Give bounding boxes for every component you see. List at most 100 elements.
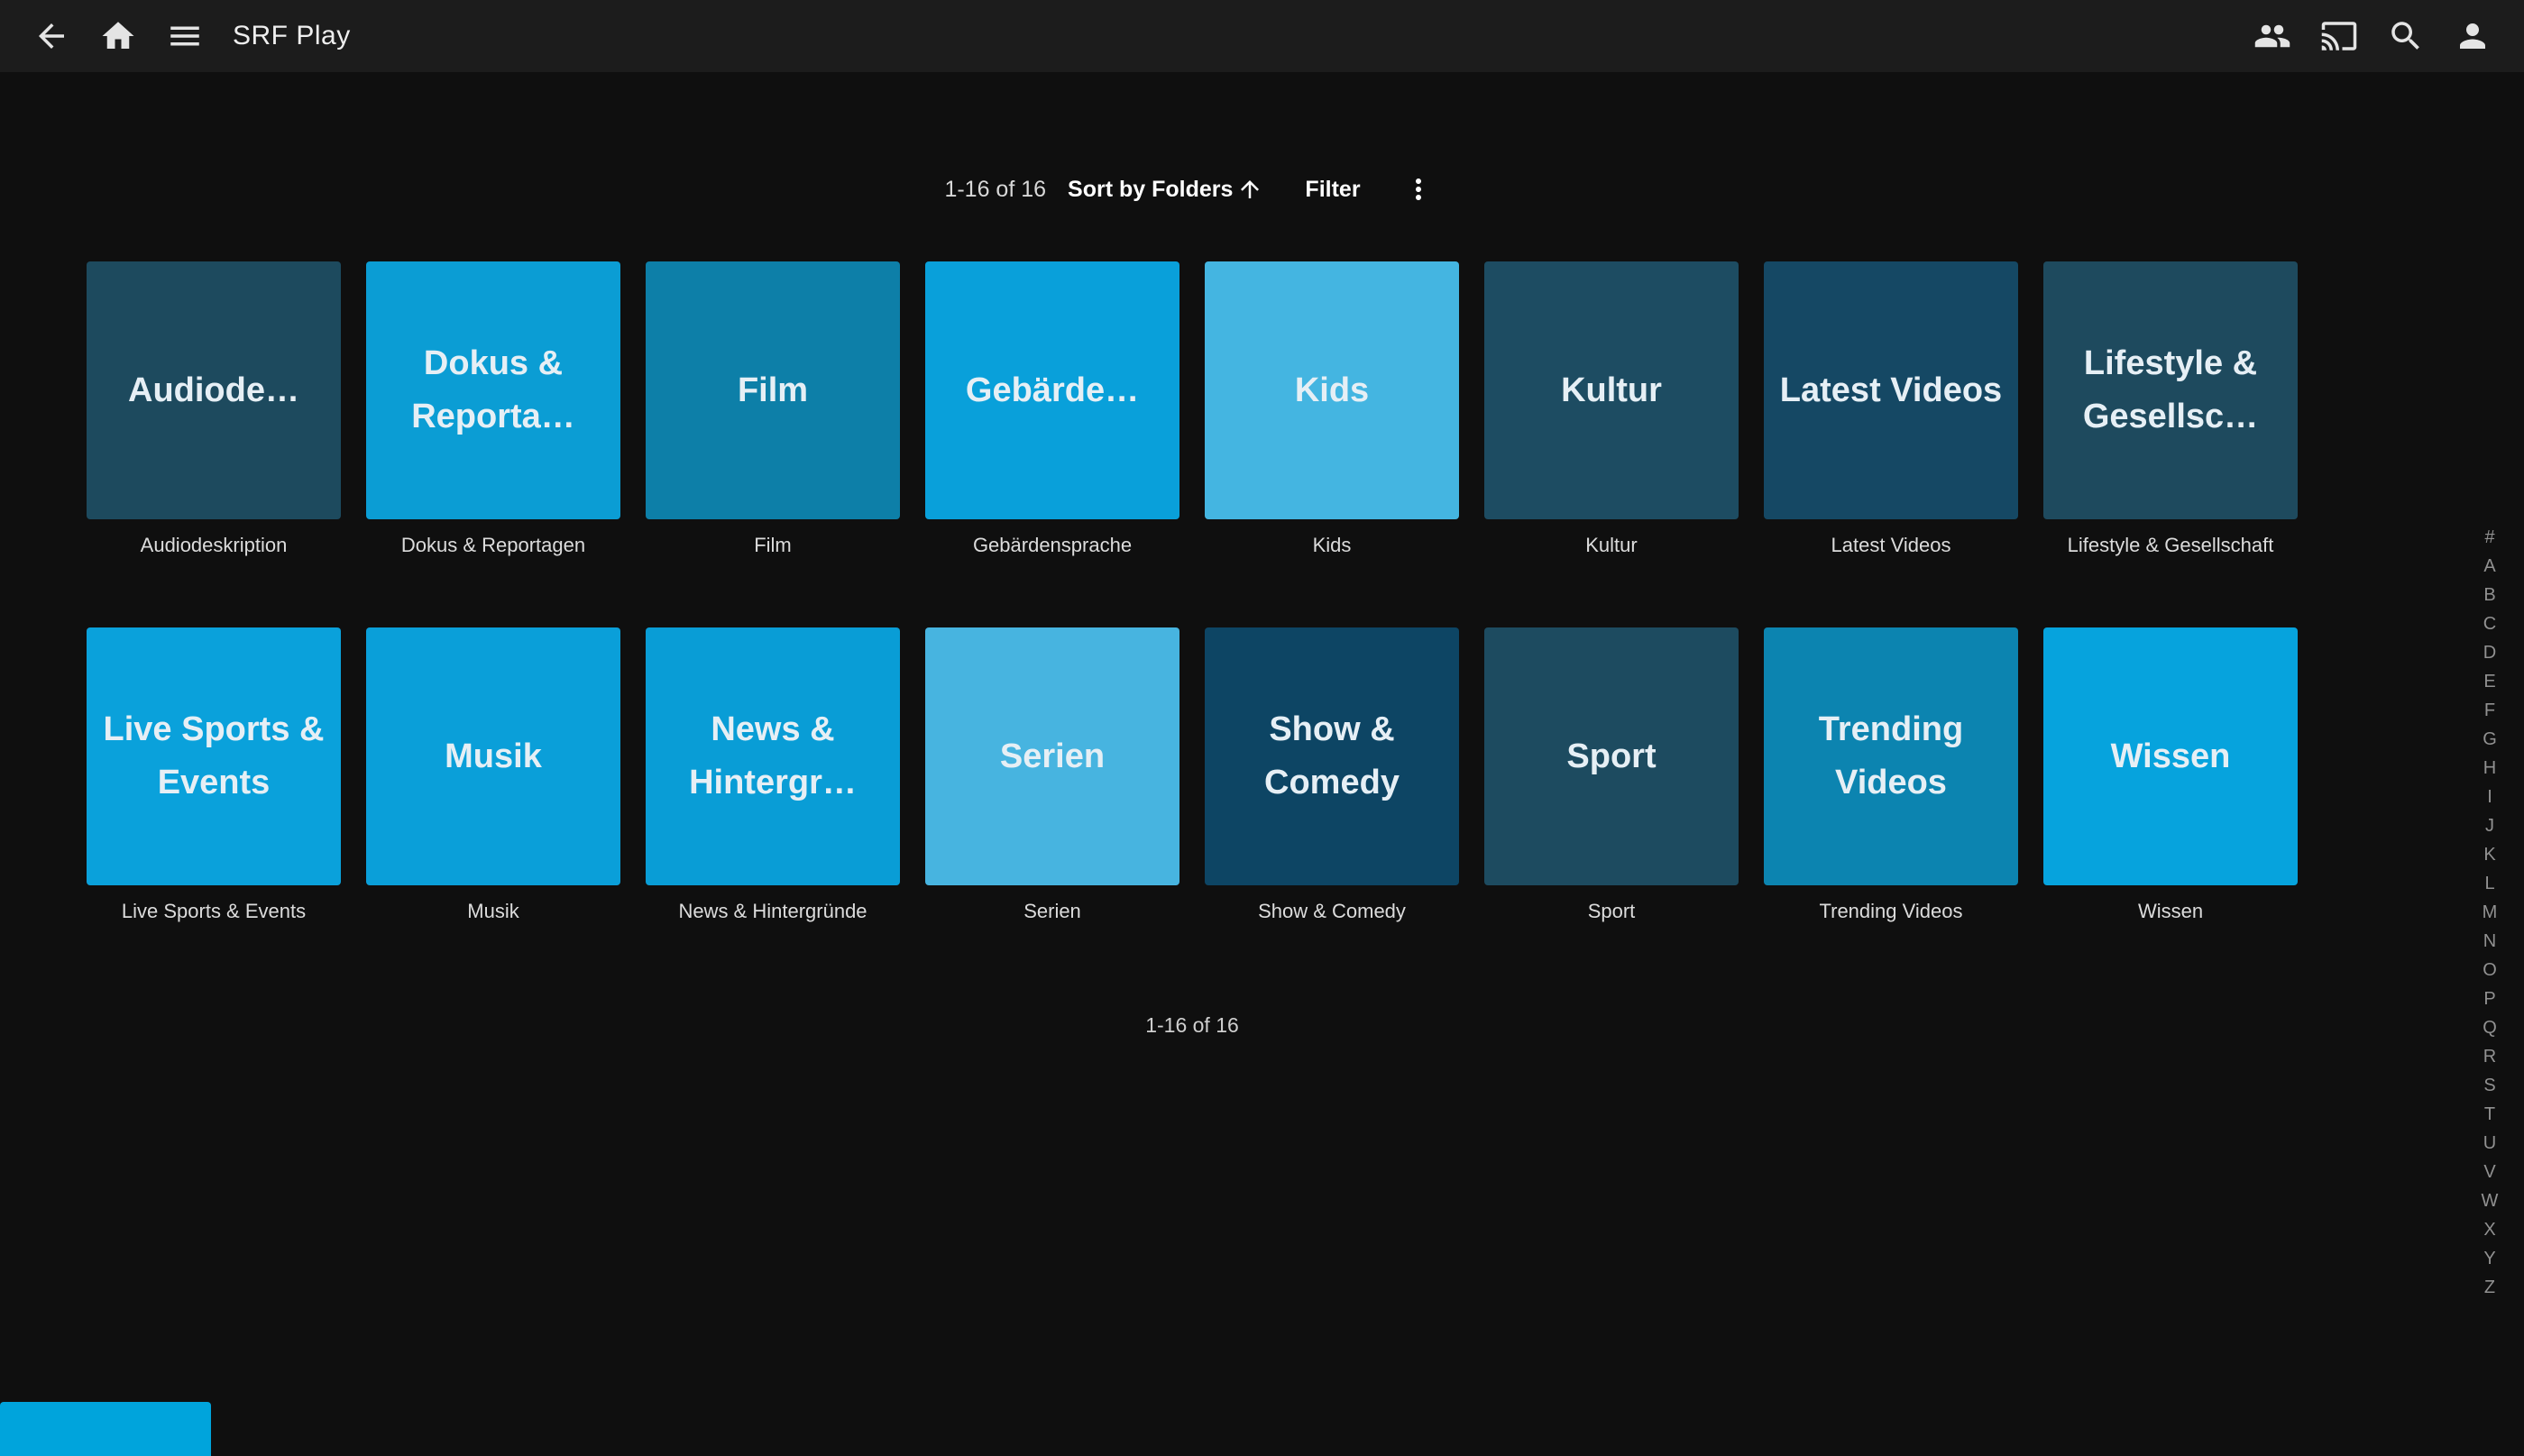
item-count: 1-16 of 16 xyxy=(944,177,1046,203)
library-card[interactable]: Latest Videos Latest Videos xyxy=(1764,261,2018,557)
alpha-letter[interactable]: O xyxy=(2472,956,2508,984)
folder-caption[interactable]: Live Sports & Events xyxy=(87,900,341,923)
folder-tile[interactable]: Gebärde… xyxy=(925,261,1179,519)
alpha-letter[interactable]: J xyxy=(2472,811,2508,840)
folder-tile[interactable]: Kids xyxy=(1205,261,1459,519)
folder-caption[interactable]: Film xyxy=(646,534,900,557)
folder-tile[interactable]: Lifestyle & Gesellsc… xyxy=(2043,261,2298,519)
library-card[interactable]: Trending Videos Trending Videos xyxy=(1764,627,2018,923)
alpha-letter[interactable]: Y xyxy=(2472,1244,2508,1273)
library-card[interactable]: Kultur Kultur xyxy=(1484,261,1739,557)
folder-caption[interactable]: Musik xyxy=(366,900,620,923)
library-card[interactable]: Show & Comedy Show & Comedy xyxy=(1205,627,1459,923)
alpha-letter[interactable]: L xyxy=(2472,869,2508,898)
folder-tile[interactable]: Trending Videos xyxy=(1764,627,2018,885)
folder-tile-label: Dokus & Reporta… xyxy=(379,337,608,444)
folder-caption[interactable]: Dokus & Reportagen xyxy=(366,534,620,557)
alpha-letter[interactable]: W xyxy=(2472,1186,2508,1215)
alpha-letter[interactable]: M xyxy=(2472,898,2508,927)
folder-caption[interactable]: Serien xyxy=(925,900,1179,923)
library-card[interactable]: Kids Kids xyxy=(1205,261,1459,557)
library-card[interactable]: Wissen Wissen xyxy=(2043,627,2298,923)
alpha-letter[interactable]: N xyxy=(2472,927,2508,956)
alpha-letter[interactable]: Q xyxy=(2472,1013,2508,1042)
cast-button[interactable] xyxy=(2306,3,2373,69)
library-card[interactable]: Film Film xyxy=(646,261,900,557)
folder-caption[interactable]: Lifestyle & Gesellschaft xyxy=(2043,534,2298,557)
library-card[interactable]: Sport Sport xyxy=(1484,627,1739,923)
appbar: SRF Play xyxy=(0,0,2524,72)
folder-tile-label: Live Sports & Events xyxy=(99,703,328,810)
alpha-letter[interactable]: # xyxy=(2472,523,2508,552)
alpha-letter[interactable]: H xyxy=(2472,754,2508,783)
folder-caption[interactable]: Trending Videos xyxy=(1764,900,2018,923)
syncplay-button[interactable] xyxy=(2239,3,2306,69)
home-icon xyxy=(99,17,137,55)
alpha-letter[interactable]: A xyxy=(2472,552,2508,581)
sort-button[interactable]: Sort by Folders xyxy=(1068,176,1263,203)
folder-tile[interactable]: Dokus & Reporta… xyxy=(366,261,620,519)
alpha-letter[interactable]: K xyxy=(2472,840,2508,869)
alpha-picker: #ABCDEFGHIJKLMNOPQRSTUVWXYZ xyxy=(2472,523,2508,1302)
library-card[interactable]: Gebärde… Gebärdensprache xyxy=(925,261,1179,557)
alpha-letter[interactable]: D xyxy=(2472,638,2508,667)
folder-tile-label: Sport xyxy=(1566,730,1656,783)
alpha-letter[interactable]: U xyxy=(2472,1129,2508,1158)
user-button[interactable] xyxy=(2439,3,2506,69)
arrow-up-icon xyxy=(1236,176,1263,203)
footer-item-count: 1-16 of 16 xyxy=(87,1013,2298,1038)
library-card[interactable]: Live Sports & Events Live Sports & Events xyxy=(87,627,341,923)
folder-tile[interactable]: Serien xyxy=(925,627,1179,885)
folder-tile[interactable]: News & Hintergr… xyxy=(646,627,900,885)
more-options-button[interactable] xyxy=(1397,168,1440,211)
folder-tile[interactable]: Show & Comedy xyxy=(1205,627,1459,885)
alpha-letter[interactable]: Z xyxy=(2472,1273,2508,1302)
folder-caption[interactable]: Kultur xyxy=(1484,534,1739,557)
partial-tile[interactable] xyxy=(0,1402,211,1456)
library-card[interactable]: News & Hintergr… News & Hintergründe xyxy=(646,627,900,923)
alpha-letter[interactable]: E xyxy=(2472,667,2508,696)
folder-tile-label: Audiode… xyxy=(128,364,299,417)
alpha-letter[interactable]: C xyxy=(2472,609,2508,638)
more-vert-icon xyxy=(1402,173,1435,206)
library-card[interactable]: Musik Musik xyxy=(366,627,620,923)
library-card[interactable]: Lifestyle & Gesellsc… Lifestyle & Gesells… xyxy=(2043,261,2298,557)
alpha-letter[interactable]: X xyxy=(2472,1215,2508,1244)
folder-caption[interactable]: Audiodeskription xyxy=(87,534,341,557)
library-card[interactable]: Serien Serien xyxy=(925,627,1179,923)
alpha-letter[interactable]: P xyxy=(2472,984,2508,1013)
alpha-letter[interactable]: G xyxy=(2472,725,2508,754)
menu-button[interactable] xyxy=(151,3,218,69)
folder-caption[interactable]: Show & Comedy xyxy=(1205,900,1459,923)
alpha-letter[interactable]: I xyxy=(2472,783,2508,811)
folder-caption[interactable]: Gebärdensprache xyxy=(925,534,1179,557)
folder-tile-label: Kultur xyxy=(1561,364,1662,417)
alpha-letter[interactable]: S xyxy=(2472,1071,2508,1100)
filter-button[interactable]: Filter xyxy=(1305,177,1360,203)
folder-caption[interactable]: News & Hintergründe xyxy=(646,900,900,923)
folder-tile-label: Latest Videos xyxy=(1780,364,2002,417)
folder-tile[interactable]: Wissen xyxy=(2043,627,2298,885)
folder-caption[interactable]: Wissen xyxy=(2043,900,2298,923)
library-card[interactable]: Dokus & Reporta… Dokus & Reportagen xyxy=(366,261,620,557)
folder-caption[interactable]: Sport xyxy=(1484,900,1739,923)
alpha-letter[interactable]: T xyxy=(2472,1100,2508,1129)
back-button[interactable] xyxy=(18,3,85,69)
folder-tile[interactable]: Kultur xyxy=(1484,261,1739,519)
folder-caption[interactable]: Latest Videos xyxy=(1764,534,2018,557)
search-icon xyxy=(2387,17,2425,55)
alpha-letter[interactable]: F xyxy=(2472,696,2508,725)
alpha-letter[interactable]: B xyxy=(2472,581,2508,609)
search-button[interactable] xyxy=(2373,3,2439,69)
folder-tile[interactable]: Live Sports & Events xyxy=(87,627,341,885)
folder-tile[interactable]: Sport xyxy=(1484,627,1739,885)
folder-tile[interactable]: Film xyxy=(646,261,900,519)
folder-tile[interactable]: Audiode… xyxy=(87,261,341,519)
folder-tile[interactable]: Latest Videos xyxy=(1764,261,2018,519)
alpha-letter[interactable]: R xyxy=(2472,1042,2508,1071)
alpha-letter[interactable]: V xyxy=(2472,1158,2508,1186)
folder-tile[interactable]: Musik xyxy=(366,627,620,885)
library-card[interactable]: Audiode… Audiodeskription xyxy=(87,261,341,557)
folder-caption[interactable]: Kids xyxy=(1205,534,1459,557)
home-button[interactable] xyxy=(85,3,151,69)
